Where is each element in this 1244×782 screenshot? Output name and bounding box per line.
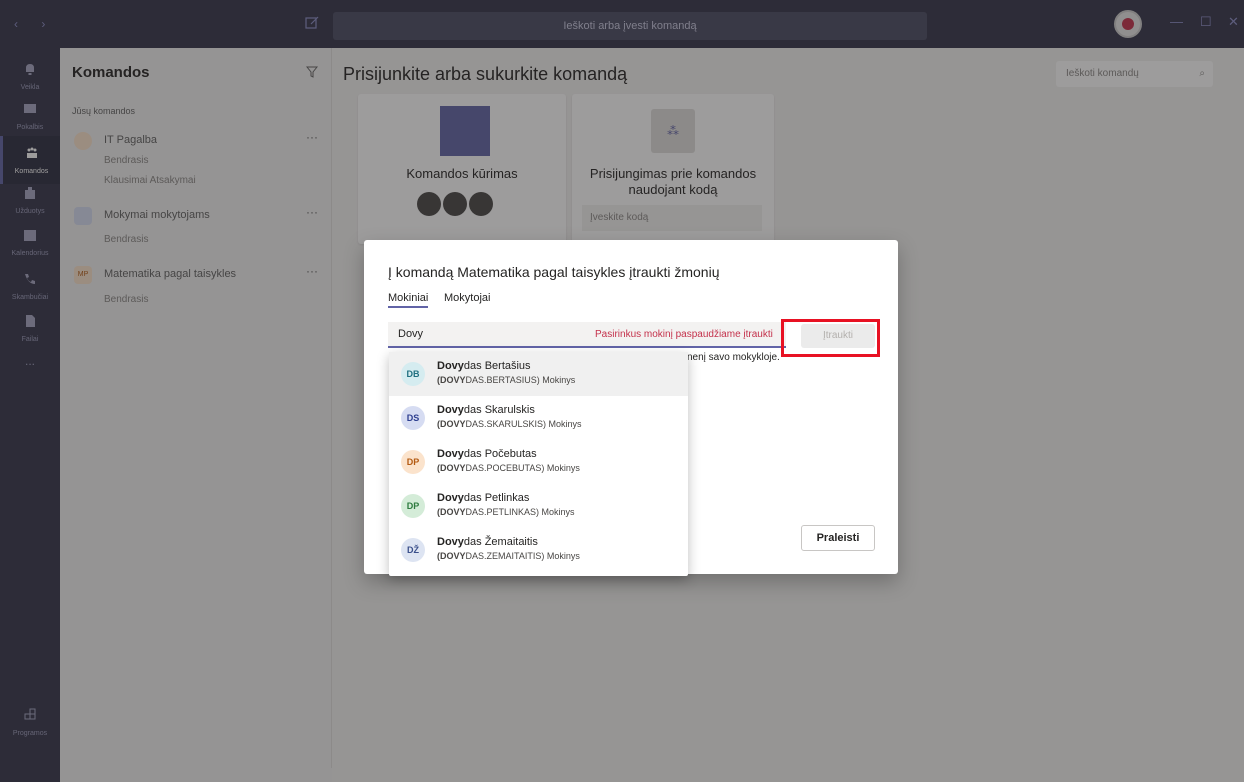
tab-teachers[interactable]: Mokytojai <box>444 292 490 304</box>
avatar: DP <box>401 450 425 474</box>
suggestion-name: Dovydas Skarulskis <box>437 404 535 416</box>
suggestion-detail: (DOVYDAS.ZEMAITAITIS) Mokinys <box>437 551 580 561</box>
avatar: DS <box>401 406 425 430</box>
suggestion-item[interactable]: DB Dovydas Bertašius (DOVYDAS.BERTASIUS)… <box>389 352 688 396</box>
suggestion-item[interactable]: DP Dovydas Počebutas (DOVYDAS.POCEBUTAS)… <box>389 440 688 484</box>
suggestion-item[interactable]: DP Dovydas Petlinkas (DOVYDAS.PETLINKAS)… <box>389 484 688 528</box>
tab-students[interactable]: Mokiniai <box>388 292 429 308</box>
suggestion-item[interactable]: DŽ Dovydas Žemaitaitis (DOVYDAS.ZEMAITAI… <box>389 528 688 572</box>
suggestion-name: Dovydas Žemaitaitis <box>437 536 538 548</box>
dialog-title: Į komandą Matematika pagal taisykles įtr… <box>388 264 720 280</box>
info-text: nenį savo mokykloje. <box>687 352 780 363</box>
suggestion-detail: (DOVYDAS.PETLINKAS) Mokinys <box>437 507 575 517</box>
suggestions-dropdown: DB Dovydas Bertašius (DOVYDAS.BERTASIUS)… <box>389 352 688 576</box>
hint-annotation: Pasirinkus mokinį paspaudžiame įtraukti <box>595 329 773 340</box>
suggestion-detail: (DOVYDAS.POCEBUTAS) Mokinys <box>437 463 580 473</box>
skip-button[interactable]: Praleisti <box>801 525 875 551</box>
avatar: DŽ <box>401 538 425 562</box>
suggestion-name: Dovydas Bertašius <box>437 360 531 372</box>
avatar: DP <box>401 494 425 518</box>
suggestion-name: Dovydas Počebutas <box>437 448 537 460</box>
suggestion-name: Dovydas Petlinkas <box>437 492 530 504</box>
suggestion-detail: (DOVYDAS.BERTASIUS) Mokinys <box>437 375 576 385</box>
suggestion-item[interactable]: DS Dovydas Skarulskis (DOVYDAS.SKARULSKI… <box>389 396 688 440</box>
suggestion-detail: (DOVYDAS.SKARULSKIS) Mokinys <box>437 419 582 429</box>
highlight-box <box>781 319 880 357</box>
avatar: DB <box>401 362 425 386</box>
